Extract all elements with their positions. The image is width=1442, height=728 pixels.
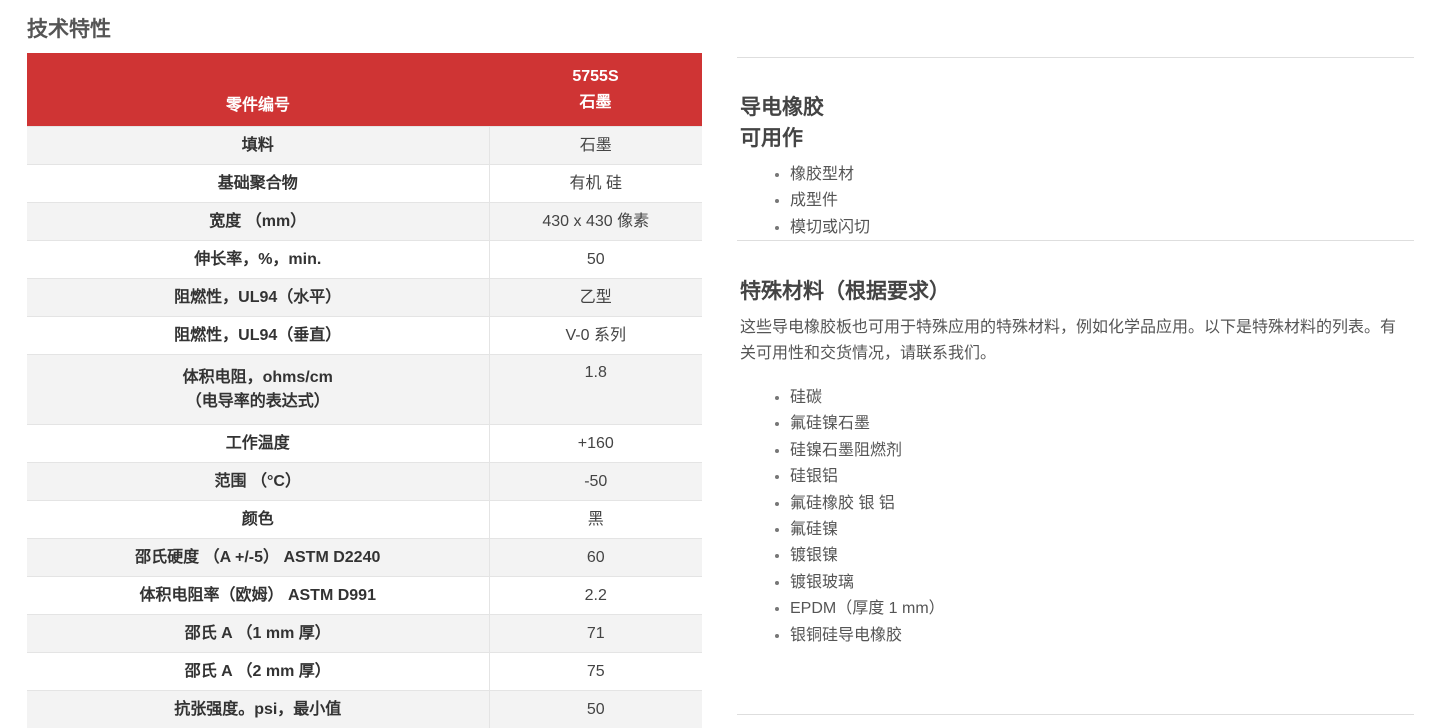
table-row: 基础聚合物 有机 硅 — [27, 165, 702, 203]
usage-title: 导电橡胶 可用作 — [740, 92, 1414, 154]
side-panel: 导电橡胶 可用作 橡胶型材 成型件 模切或闪切 特殊材料（根据要求） 这些导电橡… — [737, 57, 1414, 649]
row-value: 1.8 — [489, 355, 702, 425]
row-label: 体积电阻，ohms/cm （电导率的表达式） — [27, 355, 489, 425]
header-part-number-label: 零件编号 — [27, 53, 489, 127]
special-materials-section: 特殊材料（根据要求） 这些导电橡胶板也可用于特殊应用的特殊材料，例如化学品应用。… — [737, 241, 1414, 649]
table-row: 颜色 黑 — [27, 501, 702, 539]
list-item: 橡胶型材 — [790, 162, 1414, 188]
list-item: 硅银铝 — [790, 464, 1414, 490]
table-row: 体积电阻率（欧姆） ASTM D991 2.2 — [27, 577, 702, 615]
row-value: 石墨 — [489, 127, 702, 165]
usage-section: 导电橡胶 可用作 橡胶型材 成型件 模切或闪切 — [737, 58, 1414, 240]
list-item: 硅碳 — [790, 385, 1414, 411]
list-item: 镀银镍 — [790, 543, 1414, 569]
list-item: 氟硅镍 — [790, 517, 1414, 543]
table-row: 邵氏 A （1 mm 厚） 71 — [27, 615, 702, 653]
row-value: 75 — [489, 653, 702, 691]
row-label: 阻燃性，UL94（水平） — [27, 279, 489, 317]
table-row: 阻燃性，UL94（垂直） V-0 系列 — [27, 317, 702, 355]
row-value: 2.2 — [489, 577, 702, 615]
section-title: 技术特性 — [27, 16, 111, 44]
usage-title-line1: 导电橡胶 — [740, 92, 1414, 123]
list-item: 银铜硅导电橡胶 — [790, 623, 1414, 649]
row-label: 工作温度 — [27, 425, 489, 463]
row-label: 体积电阻率（欧姆） ASTM D991 — [27, 577, 489, 615]
table-row: 邵氏硬度 （A +/-5） ASTM D2240 60 — [27, 539, 702, 577]
usage-title-line2: 可用作 — [740, 123, 1414, 154]
row-value: 60 — [489, 539, 702, 577]
table-row: 工作温度 +160 — [27, 425, 702, 463]
list-item: EPDM（厚度 1 mm） — [790, 596, 1414, 622]
table-row: 范围 （°C） -50 — [27, 463, 702, 501]
spec-table: 零件编号 5755S 石墨 填料 石墨 基础聚合物 有机 硅 宽度 （mm） 4… — [27, 53, 702, 728]
list-item: 镀银玻璃 — [790, 570, 1414, 596]
row-label-line1: 体积电阻，ohms/cm — [27, 366, 489, 390]
table-header-row: 零件编号 5755S 石墨 — [27, 53, 702, 127]
row-value: V-0 系列 — [489, 317, 702, 355]
row-value: +160 — [489, 425, 702, 463]
header-part-number: 5755S 石墨 — [489, 53, 702, 127]
part-number: 5755S — [489, 64, 702, 90]
part-material: 石墨 — [489, 90, 702, 116]
list-item: 氟硅镍石墨 — [790, 411, 1414, 437]
row-label: 基础聚合物 — [27, 165, 489, 203]
row-label: 邵氏 A （1 mm 厚） — [27, 615, 489, 653]
table-row: 邵氏 A （2 mm 厚） 75 — [27, 653, 702, 691]
row-value: 71 — [489, 615, 702, 653]
table-row: 填料 石墨 — [27, 127, 702, 165]
row-value: 有机 硅 — [489, 165, 702, 203]
row-label: 阻燃性，UL94（垂直） — [27, 317, 489, 355]
row-label: 颜色 — [27, 501, 489, 539]
row-value: 黑 — [489, 501, 702, 539]
table-row: 阻燃性，UL94（水平） 乙型 — [27, 279, 702, 317]
special-materials-title: 特殊材料（根据要求） — [740, 276, 1414, 307]
special-materials-description: 这些导电橡胶板也可用于特殊应用的特殊材料，例如化学品应用。以下是特殊材料的列表。… — [740, 315, 1408, 367]
table-row: 伸长率，%，min. 50 — [27, 241, 702, 279]
row-label: 填料 — [27, 127, 489, 165]
row-label: 伸长率，%，min. — [27, 241, 489, 279]
table-row: 体积电阻，ohms/cm （电导率的表达式） 1.8 — [27, 355, 702, 425]
row-label: 宽度 （mm） — [27, 203, 489, 241]
special-materials-list: 硅碳 氟硅镍石墨 硅镍石墨阻燃剂 硅银铝 氟硅橡胶 银 铝 氟硅镍 镀银镍 镀银… — [740, 385, 1414, 649]
row-label: 范围 （°C） — [27, 463, 489, 501]
row-value: 430 x 430 像素 — [489, 203, 702, 241]
row-value: 50 — [489, 241, 702, 279]
list-item: 成型件 — [790, 188, 1414, 214]
list-item: 氟硅橡胶 银 铝 — [790, 491, 1414, 517]
usage-list: 橡胶型材 成型件 模切或闪切 — [740, 162, 1414, 241]
row-label-line2: （电导率的表达式） — [27, 390, 489, 414]
list-item: 硅镍石墨阻燃剂 — [790, 438, 1414, 464]
row-value: -50 — [489, 463, 702, 501]
table-row: 宽度 （mm） 430 x 430 像素 — [27, 203, 702, 241]
row-value: 乙型 — [489, 279, 702, 317]
row-value: 50 — [489, 691, 702, 728]
table-row: 抗张强度。psi，最小值 50 — [27, 691, 702, 728]
list-item: 模切或闪切 — [790, 215, 1414, 241]
row-label: 邵氏硬度 （A +/-5） ASTM D2240 — [27, 539, 489, 577]
bottom-divider — [737, 714, 1414, 715]
row-label: 抗张强度。psi，最小值 — [27, 691, 489, 728]
row-label: 邵氏 A （2 mm 厚） — [27, 653, 489, 691]
